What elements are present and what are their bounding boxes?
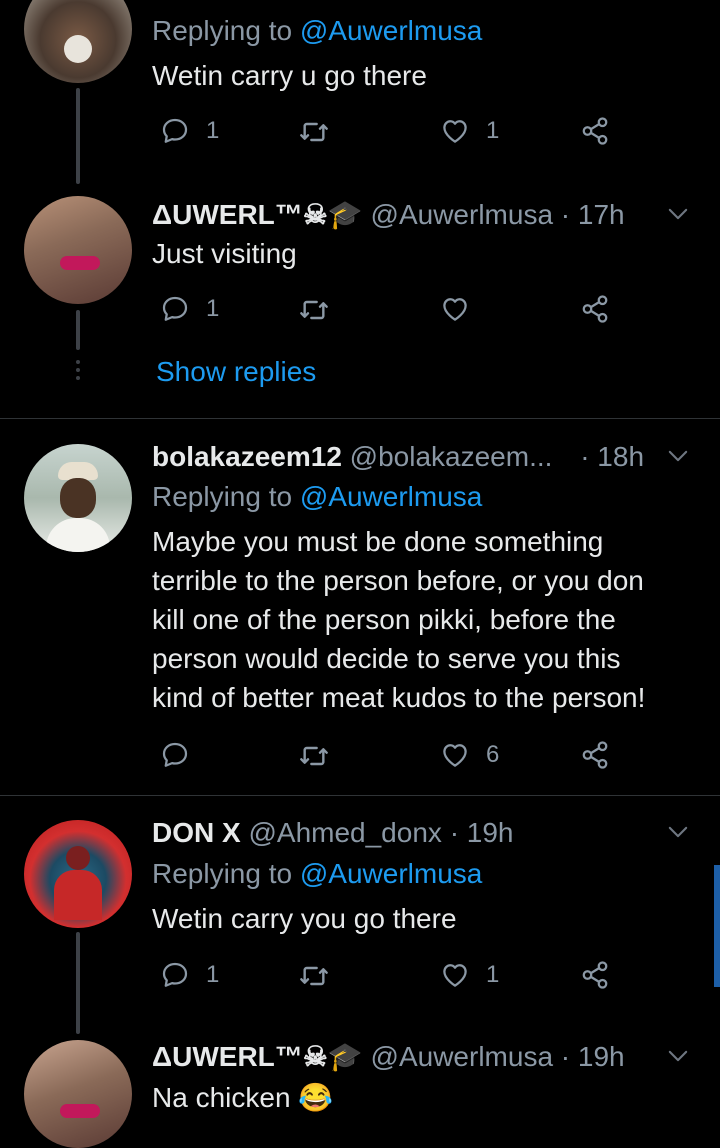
replying-prefix: Replying to: [152, 858, 293, 889]
share-button[interactable]: [580, 116, 610, 146]
reply-button[interactable]: 1: [160, 116, 219, 146]
reply-count: 1: [206, 961, 220, 988]
tweet-text: Maybe you must be done something terribl…: [152, 522, 645, 717]
chevron-down-icon[interactable]: [664, 442, 692, 470]
retweet-button[interactable]: [298, 960, 330, 992]
divider: [0, 795, 720, 796]
reply-count: 1: [206, 295, 220, 322]
timestamp: · 17h: [560, 199, 625, 230]
tweet-text-line: Maybe you must be done something: [152, 526, 604, 557]
tweet-text-line: terrible to the person before, or you do…: [152, 565, 644, 596]
share-button[interactable]: [580, 740, 610, 770]
mention-link[interactable]: @Auwerlmusa: [300, 858, 482, 889]
like-count: 6: [486, 741, 500, 768]
avatar[interactable]: [24, 0, 132, 83]
replying-to-line: Replying to @Auwerlmusa: [152, 857, 482, 891]
share-icon: [580, 116, 610, 146]
like-button[interactable]: 1: [440, 116, 499, 146]
tweet-header: ΔUWERL™☠🎓 @Auwerlmusa · 19h: [152, 1040, 625, 1074]
like-button[interactable]: 6: [440, 740, 499, 770]
reply-icon: [160, 116, 190, 146]
tweet-text-line: kind of better meat kudos to the person!: [152, 682, 646, 713]
mention-link[interactable]: @Auwerlmusa: [300, 15, 482, 46]
tweet-text: Wetin carry u go there: [152, 60, 427, 91]
user-handle[interactable]: @Ahmed_donx: [248, 817, 441, 848]
display-name[interactable]: DON X: [152, 817, 241, 848]
replying-prefix: Replying to: [152, 15, 293, 46]
share-icon: [580, 960, 610, 990]
replying-to-line: Replying to @Auwerlmusa: [152, 480, 482, 514]
reply-count: 1: [206, 117, 220, 144]
display-name[interactable]: bolakazeem12: [152, 441, 342, 472]
like-icon: [440, 116, 470, 146]
user-handle[interactable]: @Auwerlmusa: [371, 199, 553, 230]
like-button[interactable]: 1: [440, 960, 499, 990]
display-name[interactable]: ΔUWERL™☠🎓: [152, 199, 363, 230]
like-icon: [440, 740, 470, 770]
reply-icon: [160, 740, 190, 770]
share-icon: [580, 294, 610, 324]
share-icon: [580, 740, 610, 770]
tweet-text: Na chicken 😂: [152, 1082, 334, 1113]
timestamp: · 18h: [580, 441, 645, 472]
divider: [0, 418, 720, 419]
user-handle[interactable]: @Auwerlmusa: [371, 1041, 553, 1072]
replying-prefix: Replying to: [152, 481, 293, 512]
like-button[interactable]: [440, 294, 470, 324]
chevron-down-icon[interactable]: [664, 1042, 692, 1070]
thread-line: [76, 932, 80, 1034]
tweet-text: Just visiting: [152, 238, 297, 269]
display-name[interactable]: ΔUWERL™☠🎓: [152, 1041, 363, 1072]
tweet-header: DON X @Ahmed_donx · 19h: [152, 816, 514, 850]
reply-button[interactable]: [160, 740, 190, 770]
timestamp: · 19h: [449, 817, 514, 848]
retweet-icon: [298, 740, 330, 772]
reply-button[interactable]: 1: [160, 294, 219, 324]
share-button[interactable]: [580, 294, 610, 324]
avatar[interactable]: [24, 1040, 132, 1148]
share-button[interactable]: [580, 960, 610, 990]
tweet-text-line: person would decide to serve you this: [152, 643, 621, 674]
avatar[interactable]: [24, 196, 132, 304]
like-icon: [440, 294, 470, 324]
tweet-header: ΔUWERL™☠🎓 @Auwerlmusa · 17h: [152, 198, 625, 232]
tweet-header: bolakazeem12 @bolakazeem... · 18h: [152, 440, 644, 474]
reply-button[interactable]: 1: [160, 960, 219, 990]
timestamp: · 19h: [560, 1041, 625, 1072]
tweet-text: Wetin carry you go there: [152, 903, 457, 934]
scrollbar[interactable]: [714, 865, 720, 987]
retweet-button[interactable]: [298, 116, 330, 148]
chevron-down-icon[interactable]: [664, 200, 692, 228]
replying-to-line: Replying to @Auwerlmusa: [152, 14, 482, 48]
more-replies-dots: [74, 356, 82, 384]
retweet-icon: [298, 960, 330, 992]
avatar[interactable]: [24, 444, 132, 552]
mention-link[interactable]: @Auwerlmusa: [300, 481, 482, 512]
retweet-icon: [298, 116, 330, 148]
reply-icon: [160, 294, 190, 324]
user-handle[interactable]: @bolakazeem...: [350, 441, 553, 472]
show-replies-link[interactable]: Show replies: [156, 356, 316, 388]
thread-line: [76, 310, 80, 350]
chevron-down-icon[interactable]: [664, 818, 692, 846]
retweet-button[interactable]: [298, 294, 330, 326]
retweet-icon: [298, 294, 330, 326]
like-icon: [440, 960, 470, 990]
tweet-text-line: kill one of the person pikki, before the: [152, 604, 616, 635]
thread-line: [76, 88, 80, 184]
retweet-button[interactable]: [298, 740, 330, 772]
reply-icon: [160, 960, 190, 990]
avatar[interactable]: [24, 820, 132, 928]
like-count: 1: [486, 961, 500, 988]
like-count: 1: [486, 117, 500, 144]
